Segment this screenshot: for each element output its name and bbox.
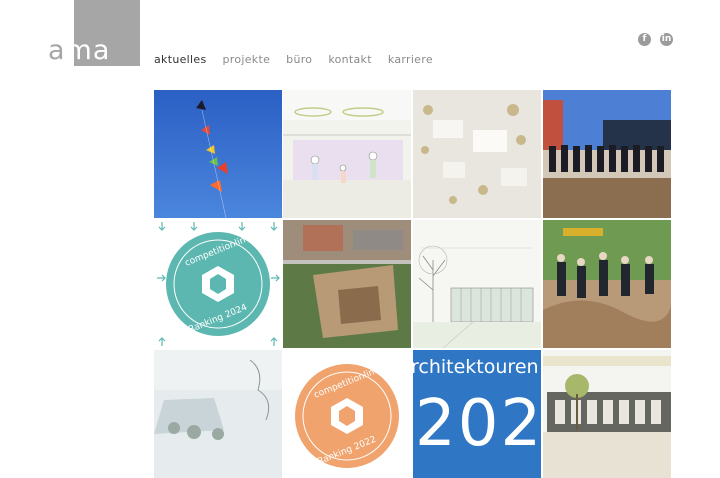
architektouren-year: 2022 (415, 387, 541, 461)
news-tile-ranking-2022[interactable]: competitionline Ranking 2022 (283, 350, 411, 478)
main-nav: aktuelles projekte büro kontakt karriere (154, 53, 449, 66)
news-tile-building-sketch[interactable] (413, 220, 541, 348)
facebook-icon[interactable]: f (638, 33, 651, 46)
news-tile-school-render[interactable] (543, 350, 671, 478)
nav-item-kontakt[interactable]: kontakt (328, 53, 372, 66)
news-grid: competitionline Ranking 2024 competition… (154, 90, 673, 478)
news-tile-groundbreaking-group[interactable] (543, 90, 671, 218)
nav-item-projekte[interactable]: projekte (222, 53, 270, 66)
nav-item-karriere[interactable]: karriere (388, 53, 433, 66)
news-tile-groundbreaking-shovels[interactable] (543, 220, 671, 348)
social-links: f in (638, 33, 673, 46)
news-tile-ranking-2024[interactable]: competitionline Ranking 2024 (154, 220, 282, 348)
logo[interactable]: ama (48, 0, 140, 68)
news-tile-interior-sketch[interactable] (283, 90, 411, 218)
news-tile-architektouren[interactable]: rchitektouren 2022 (413, 350, 541, 478)
news-tile-model[interactable] (413, 90, 541, 218)
linkedin-icon[interactable]: in (660, 33, 673, 46)
nav-item-buero[interactable]: büro (286, 53, 312, 66)
nav-item-aktuelles[interactable]: aktuelles (154, 53, 206, 66)
news-tile-aerial-site[interactable] (283, 220, 411, 348)
architektouren-title: rchitektouren (413, 356, 539, 378)
news-tile-pavilion-sketch[interactable] (154, 350, 282, 478)
news-tile-kites[interactable] (154, 90, 282, 218)
logo-text: ama (48, 35, 111, 66)
